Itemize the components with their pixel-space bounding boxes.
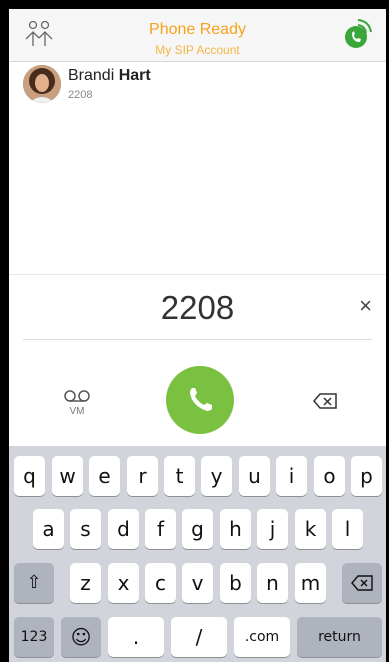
- avatar: [23, 65, 61, 103]
- dot-key[interactable]: .: [108, 617, 164, 657]
- voicemail-icon: [64, 390, 90, 402]
- key-q[interactable]: q: [14, 456, 45, 496]
- contact-suggestion[interactable]: Brandi Hart 2208: [9, 62, 386, 110]
- key-k[interactable]: k: [295, 509, 326, 549]
- contact-number: 2208: [68, 89, 93, 101]
- keyboard: q w e r t y u i o p a s d f g h j k l ⇧ …: [9, 446, 386, 662]
- key-r[interactable]: r: [127, 456, 158, 496]
- key-e[interactable]: e: [89, 456, 120, 496]
- keyboard-backspace-key[interactable]: [342, 563, 382, 603]
- call-button[interactable]: [166, 366, 234, 434]
- key-o[interactable]: o: [314, 456, 345, 496]
- key-p[interactable]: p: [351, 456, 382, 496]
- key-m[interactable]: m: [295, 563, 326, 603]
- key-h[interactable]: h: [220, 509, 251, 549]
- key-d[interactable]: d: [108, 509, 139, 549]
- divider: [23, 339, 372, 340]
- key-u[interactable]: u: [239, 456, 270, 496]
- key-f[interactable]: f: [145, 509, 176, 549]
- key-g[interactable]: g: [182, 509, 213, 549]
- call-status-icon[interactable]: [343, 18, 373, 50]
- key-t[interactable]: t: [164, 456, 195, 496]
- key-a[interactable]: a: [33, 509, 64, 549]
- contact-first-name: Brandi: [68, 67, 115, 84]
- contact-name: Brandi Hart: [68, 67, 151, 85]
- contact-last-name: Hart: [118, 67, 151, 84]
- key-y[interactable]: y: [201, 456, 232, 496]
- key-j[interactable]: j: [257, 509, 288, 549]
- account-name: My SIP Account: [155, 43, 240, 57]
- key-z[interactable]: z: [70, 563, 101, 603]
- dial-number: 2208: [160, 289, 235, 326]
- slash-key[interactable]: /: [171, 617, 227, 657]
- key-v[interactable]: v: [182, 563, 213, 603]
- dial-display: 2208 ×: [9, 274, 386, 341]
- key-w[interactable]: w: [52, 456, 83, 496]
- phone-icon: [190, 388, 212, 411]
- key-n[interactable]: n: [257, 563, 288, 603]
- key-c[interactable]: c: [145, 563, 176, 603]
- emoji-key[interactable]: ☺: [61, 617, 101, 657]
- numbers-key[interactable]: 123: [14, 617, 54, 657]
- backspace-icon: [351, 575, 373, 591]
- dotcom-key[interactable]: .com: [234, 617, 290, 657]
- phone-screen: Phone Ready My SIP Account Brandi Hart 2…: [9, 9, 386, 662]
- key-s[interactable]: s: [70, 509, 101, 549]
- key-b[interactable]: b: [220, 563, 251, 603]
- voicemail-label: VM: [69, 406, 85, 417]
- clear-button[interactable]: ×: [359, 295, 372, 317]
- key-l[interactable]: l: [332, 509, 363, 549]
- backspace-icon[interactable]: [312, 392, 338, 410]
- return-key[interactable]: return: [297, 617, 382, 657]
- header-bar: Phone Ready My SIP Account: [9, 9, 386, 62]
- key-i[interactable]: i: [276, 456, 307, 496]
- shift-key[interactable]: ⇧: [14, 563, 54, 603]
- key-x[interactable]: x: [108, 563, 139, 603]
- status-title: Phone Ready: [149, 21, 246, 38]
- voicemail-button[interactable]: VM: [57, 389, 97, 419]
